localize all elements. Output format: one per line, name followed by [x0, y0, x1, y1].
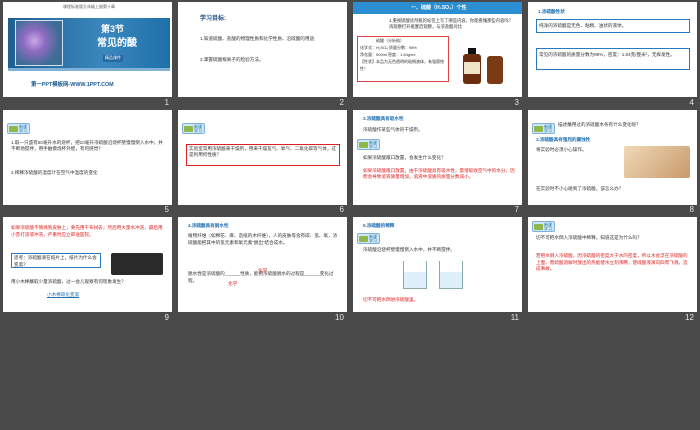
slide-thumb-4[interactable]: 1.浓硫酸性状 纯净的浓硫酸是无色、粘稠、油状的液体。 常见的浓硫酸的质量分数为…: [525, 0, 700, 108]
experiment-text: 用小木棒蘸取少量浓硫酸，过一会儿观察有何现象发生？: [11, 279, 126, 284]
slide-number: 10: [335, 312, 344, 322]
slide-number: 12: [685, 312, 694, 322]
slide-number: 6: [339, 205, 344, 214]
body-text: 浓硫酸沿烧杯壁慢慢倒入水中，并不断搅拌。: [363, 247, 455, 252]
slide-thumb-8[interactable]: 新课学习 描述蘸用过的浓硫酸木条有什么变化呢？ 3.浓硫酸具有强烈的腐蚀性 将实…: [525, 108, 700, 216]
text-box: 常见的浓硫酸的质量分数为98%，密度：1.84克/厘米³，无挥发性。: [536, 48, 690, 70]
warning-text: 如果浓硫酸不慎溅到皮肤上，要先用干布拭去，然后用大量水冲洗，最后用小苏打溶液冲洗…: [11, 225, 163, 237]
slide-thumb-7[interactable]: 2.浓硫酸具有吸水性 浓硫酸作某些气体的干燥剂。 新课学习 如果浓硫酸敞口放置，…: [350, 108, 525, 216]
think-box: 思考：浓硫酸滴在纸片上，纸片为什么会变黑？: [11, 253, 101, 268]
footer-link: 第一PPT模板网-WWW.1PPT.COM: [31, 82, 114, 88]
slide-number: 9: [164, 312, 169, 322]
slide-sorter-grid: 课程标准版九年级上册第十章 第3节 常见的酸 精品课件 第一PPT模板网-WWW…: [0, 0, 700, 430]
lesson-pill: 新课学习: [7, 122, 30, 134]
paper-image: [111, 253, 163, 275]
slide-heading: 学习目标:: [200, 16, 226, 22]
step-2: 2.稀释浓硫酸的温度计在空气中温度的变化: [11, 169, 98, 175]
warning-text: 切不可把水倒进浓硫酸里。: [363, 297, 419, 302]
section-title: 5.浓硫酸的稀释: [363, 223, 395, 228]
slide-thumb-12[interactable]: 新课学习 切不可把水倒入浓硫酸中稀释，知道这是为什么吗？ 若把水倒入浓硫酸，因浓…: [525, 215, 700, 323]
wood-image: [624, 145, 690, 178]
pill-label: 新课学习: [544, 222, 552, 231]
goal-1: 1.知道硫酸、盐酸的物理性质和化学性质、沿硫酸的用途;: [200, 36, 316, 41]
section-title: 3.浓硫酸具有强烈的腐蚀性: [536, 136, 591, 142]
slide-number: 2: [339, 97, 344, 107]
text-box: 纯净的浓硫酸是无色、粘稠、油状的液体。: [536, 19, 690, 33]
slide-thumb-5[interactable]: 新课学习 1.取一只盛有50毫升水的烧杯，把10毫升浓硫酸沿烧杯壁慢慢倒入水中，…: [0, 108, 175, 216]
box-text: 实验室常用浓硫酸来干燥剂，用来干燥氢气、氧气、二氧化碳等气体，这是利用何性质？: [189, 145, 337, 158]
box-text: 思考：浓硫酸滴在纸片上，纸片为什么会变黑？: [14, 255, 97, 267]
pill-icon: [9, 125, 18, 132]
pill-label: 新课学习: [19, 123, 27, 133]
tag-badge: 精品课件: [103, 55, 123, 62]
question-text: 在实验时不小心碰到了浓硫酸，该怎么办？: [536, 185, 624, 191]
lesson-pill: 新课学习: [532, 221, 555, 232]
lesson-pill: 新课学习: [532, 122, 555, 134]
result-link[interactable]: 小木棒碳化变黑: [47, 292, 79, 299]
pill-label: 新课学习: [369, 139, 377, 149]
lesson-pill: 新课学习: [182, 122, 205, 134]
slide-number: 3: [514, 97, 519, 107]
slide-title-1: 第3节: [101, 24, 125, 34]
slide-number: 7: [514, 205, 519, 214]
slide-thumb-10[interactable]: 4.浓硫酸具有脱水性 植物纤维（如棉花、麻、造纸的木纤维），人的皮肤等含有碳、氢…: [175, 215, 350, 323]
pill-label: 新课学习: [544, 123, 552, 133]
body-text: 将实验时必须小心操作。: [536, 146, 587, 152]
acid-bottle-image-2: [487, 56, 503, 84]
flower-image: [15, 20, 63, 66]
pill-icon: [184, 125, 193, 132]
slide-title-2: 常见的酸: [97, 38, 137, 49]
pill-icon: [359, 141, 368, 148]
pill-label: 新课学习: [369, 234, 377, 243]
answer-text: 若把水倒入浓硫酸，因浓硫酸的密度大于水的密度，所以水会浮在浓硫酸的上面，而硫酸溶…: [536, 253, 688, 272]
pill-icon: [534, 224, 543, 230]
slide-number: 5: [164, 205, 169, 214]
fill-answer-2: 化学: [228, 281, 238, 286]
body-text: 植物纤维（如棉花、麻、造纸的木纤维），人的皮肤等含有碳、氢、氧，浓硫酸能把其中的…: [188, 233, 338, 245]
question-text: 切不可把水倒入浓硫酸中稀释，知道这是为什么吗？: [536, 235, 642, 240]
section-title: 2.浓硫酸具有吸水性: [363, 115, 404, 121]
header-text: 课程标准版九年级上册第十章: [63, 4, 115, 9]
step-1: 1.取一只盛有50毫升水的烧杯，把10毫升浓硫酸沿烧杯壁慢慢倒入水中，并不断地搅…: [11, 139, 163, 152]
beaker-image-2: [439, 261, 463, 289]
slide-thumb-9[interactable]: 如果浓硫酸不慎溅到皮肤上，要先用干布拭去，然后用大量水冲洗，最后用小苏打溶液冲洗…: [0, 215, 175, 323]
pill-label: 新课学习: [194, 123, 202, 133]
question-text: 如果浓硫酸敞口放置，会发生什么变化？: [363, 154, 446, 160]
pill-icon: [359, 236, 368, 242]
slide-number: 4: [689, 97, 694, 107]
pill-icon: [534, 125, 543, 132]
question-text: 描述蘸用过的浓硫酸木条有什么变化呢？: [558, 121, 641, 127]
label-title: 硫酸（分析纯）: [376, 38, 404, 43]
acid-bottle-image: [461, 48, 483, 84]
answer-text: 如果浓硫酸敞口放置，由于浓硫酸具有吸水性，量增吸收空气中的水分，因而会导致溶液质…: [363, 167, 515, 180]
slide-thumb-11[interactable]: 5.浓硫酸的稀释 新课学习 浓硫酸沿烧杯壁慢慢倒入水中，并不断搅拌。 切不可把水…: [350, 215, 525, 323]
section-title: 4.浓硫酸具有脱水性: [188, 223, 229, 228]
slide-thumb-3[interactable]: 一、硫酸（H₂SO₄）个性 1.重视硫酸试剂瓶的标签上写了哪些内容，你能看懂那些…: [350, 0, 525, 108]
slide-thumb-2[interactable]: 学习目标: 1.知道硫酸、盐酸的物理性质和化学性质、沿硫酸的用途; 2.掌握硫酸…: [175, 0, 350, 108]
slide-thumb-6[interactable]: 新课学习 实验室常用浓硫酸来干燥剂，用来干燥氢气、氧气、二氧化碳等气体，这是利用…: [175, 108, 350, 216]
body-text: 浓硫酸作某些气体的干燥剂。: [363, 126, 423, 132]
label-line: 化学式：H₂SO₄ 质量分数：98%: [360, 45, 417, 50]
question-box: 实验室常用浓硫酸来干燥剂，用来干燥氢气、氧气、二氧化碳等气体，这是利用何性质？: [186, 143, 340, 166]
label-box: 硫酸（分析纯） 化学式：H₂SO₄ 质量分数：98% 净含量：500ml 密度：…: [357, 36, 449, 82]
box-text: 纯净的浓硫酸是无色、粘稠、油状的液体。: [539, 23, 627, 28]
slide-number: 8: [689, 205, 694, 214]
lesson-pill: 新课学习: [357, 233, 380, 244]
box-text: 常见的浓硫酸的质量分数为98%，密度：1.84克/厘米³，无挥发性。: [539, 52, 675, 57]
label-line: 净含量：500ml 密度：1.84g/ml: [360, 52, 416, 57]
section-banner: 一、硫酸（H₂SO₄）个性: [411, 5, 467, 11]
slide-number: 11: [510, 312, 519, 322]
question-text: 1.重视硫酸试剂瓶的标签上写了哪些内容，你能看懂那些内容吗？再观察打开瓶塞后观察…: [389, 18, 513, 29]
fill-answer-1: 化学: [258, 268, 268, 273]
beaker-image: [403, 261, 427, 289]
lesson-pill: 新课学习: [357, 138, 380, 150]
label-line: 【性状】本品为无色透明的粘稠液体，有强腐蚀性！: [360, 59, 444, 71]
slide-thumb-1[interactable]: 课程标准版九年级上册第十章 第3节 常见的酸 精品课件 第一PPT模板网-WWW…: [0, 0, 175, 108]
slide-number: 1: [164, 97, 169, 107]
goal-2: 2.掌握硫酸根离子的检验方法。: [200, 57, 264, 62]
section-title: 1.浓硫酸性状: [538, 9, 565, 14]
